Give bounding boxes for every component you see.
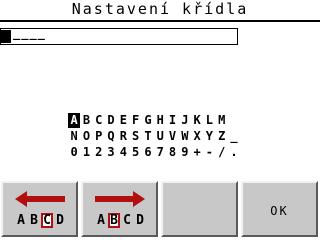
abcd-letter: D <box>136 213 144 228</box>
input-placeholder: ____ <box>13 26 46 40</box>
ok-label: OK <box>270 204 289 218</box>
key-5[interactable]: 5 <box>129 145 141 160</box>
key-6[interactable]: 6 <box>142 145 154 160</box>
key-_[interactable]: _ <box>228 129 240 144</box>
keyboard-row: ABCDEFGHIJKLM <box>68 113 240 129</box>
cursor-right-button[interactable]: ABCD <box>81 181 158 237</box>
key-O[interactable]: O <box>80 129 92 144</box>
key-7[interactable]: 7 <box>154 145 166 160</box>
key-Z[interactable]: Z <box>216 129 228 144</box>
key-0[interactable]: 0 <box>68 145 80 160</box>
key-2[interactable]: 2 <box>93 145 105 160</box>
key-R[interactable]: R <box>117 129 129 144</box>
key-M[interactable]: M <box>216 113 228 128</box>
key-Y[interactable]: Y <box>203 129 215 144</box>
key-+[interactable]: + <box>191 145 203 160</box>
key-J[interactable]: J <box>179 113 191 128</box>
key-T[interactable]: T <box>142 129 154 144</box>
key-K[interactable]: K <box>191 113 203 128</box>
key-G[interactable]: G <box>142 113 154 128</box>
key-9[interactable]: 9 <box>179 145 191 160</box>
abcd-letter: A <box>97 213 105 228</box>
abcd-letter: D <box>56 213 64 228</box>
key-B[interactable]: B <box>80 113 92 128</box>
abcd-letter: C <box>123 213 131 228</box>
abcd-letter: B <box>30 213 38 228</box>
key-W[interactable]: W <box>179 129 191 144</box>
key-N[interactable]: N <box>68 129 80 144</box>
key-.[interactable]: . <box>228 145 240 160</box>
key-4[interactable]: 4 <box>117 145 129 160</box>
ok-button[interactable]: OK <box>241 181 318 237</box>
abcd-letter: B <box>108 213 120 228</box>
abcd-letter: C <box>41 213 53 228</box>
key-H[interactable]: H <box>154 113 166 128</box>
key-E[interactable]: E <box>117 113 129 128</box>
input-cursor <box>1 30 11 43</box>
empty-softkey[interactable] <box>161 181 238 237</box>
key-A[interactable]: A <box>68 113 81 128</box>
key-Q[interactable]: Q <box>105 129 117 144</box>
key-8[interactable]: 8 <box>166 145 178 160</box>
abcd-right-icon: ABCD <box>95 213 146 229</box>
arrow-right-icon <box>95 191 145 207</box>
softkey-bar: ABCD ABCD OK <box>0 180 320 240</box>
cursor-left-button[interactable]: ABCD <box>1 181 78 237</box>
key-L[interactable]: L <box>203 113 215 128</box>
key-D[interactable]: D <box>105 113 117 128</box>
title-divider <box>0 20 320 22</box>
input-field[interactable]: ____ <box>1 26 45 44</box>
key-F[interactable]: F <box>129 113 141 128</box>
keyboard-row: N O P Q R S T U V W X Y Z _ <box>68 129 240 145</box>
key-3[interactable]: 3 <box>105 145 117 160</box>
abcd-letter: A <box>17 213 25 228</box>
key-1[interactable]: 1 <box>80 145 92 160</box>
arrow-left-icon <box>15 191 65 207</box>
key-I[interactable]: I <box>166 113 178 128</box>
key-V[interactable]: V <box>166 129 178 144</box>
key-C[interactable]: C <box>93 113 105 128</box>
key-/[interactable]: / <box>216 145 228 160</box>
keyboard-row: 0 1 2 3 4 5 6 7 8 9 + - /. <box>68 145 240 161</box>
key-S[interactable]: S <box>129 129 141 144</box>
abcd-left-icon: ABCD <box>15 213 66 229</box>
key-X[interactable]: X <box>191 129 203 144</box>
screen-title: Nastavení křídla <box>71 0 249 18</box>
key-U[interactable]: U <box>154 129 166 144</box>
key-P[interactable]: P <box>93 129 105 144</box>
character-grid: A B C D E F G H I J K L M N O P Q R S T U V W X Y Z _ 0 1 2 3 4 5 6 7 8 9 + - /… <box>68 113 240 161</box>
text-input-box[interactable]: ____ <box>0 26 238 45</box>
key--[interactable]: - <box>203 145 215 160</box>
